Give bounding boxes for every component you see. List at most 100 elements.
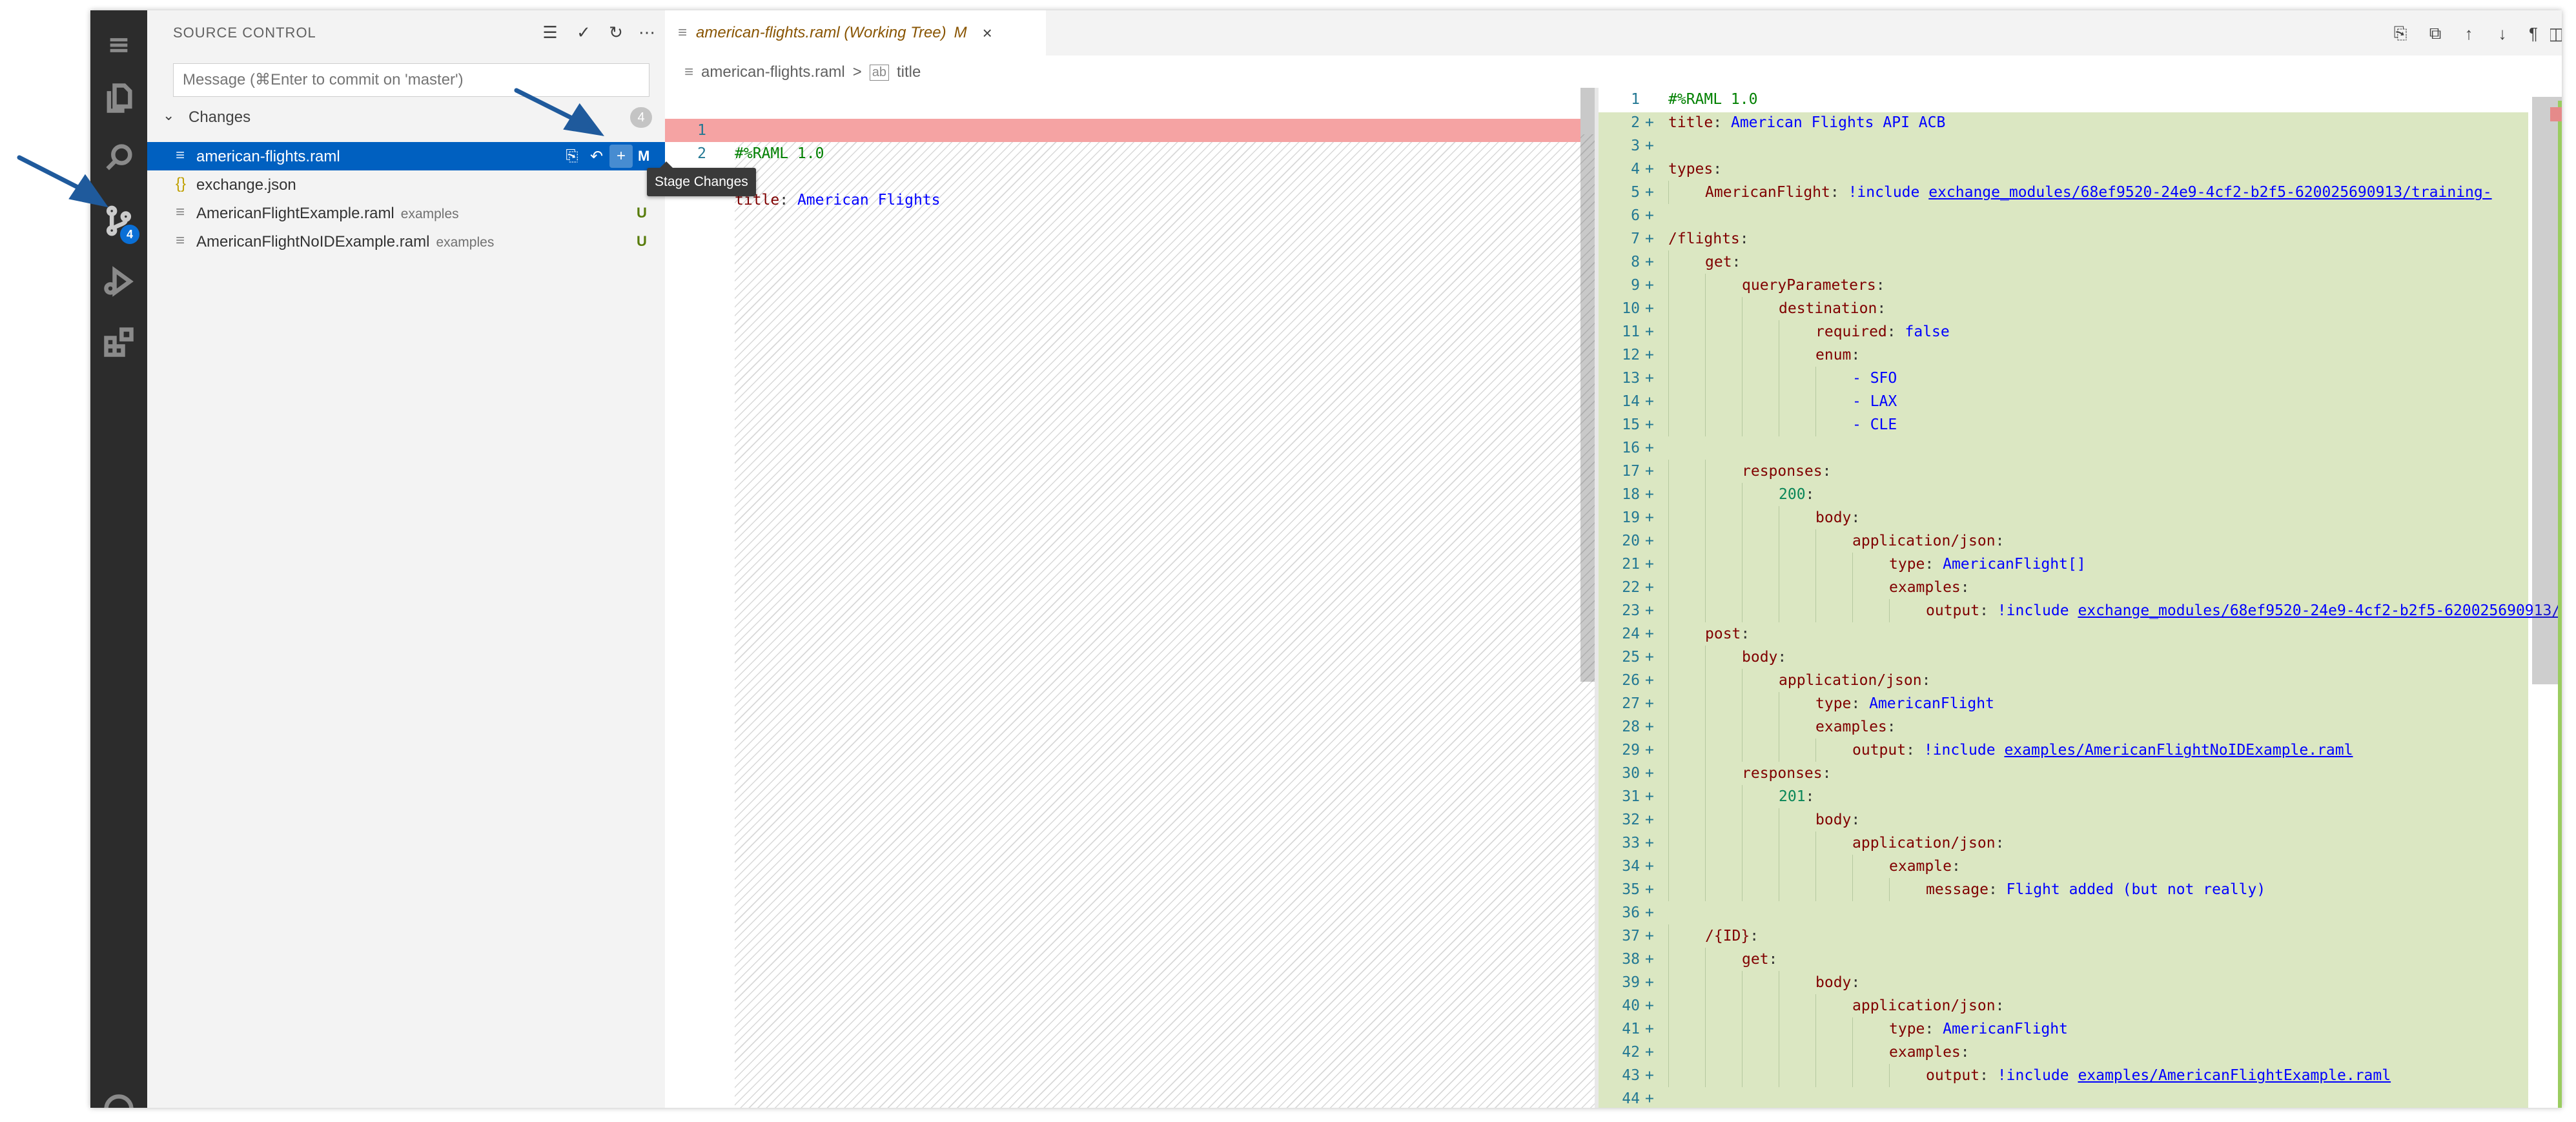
breadcrumb: ≡ american-flights.raml > ab title: [684, 61, 921, 84]
extensions-icon[interactable]: [90, 314, 147, 371]
code-text: types:: [1668, 161, 1722, 178]
code-line: 19 + body:: [1599, 506, 2528, 529]
view-as-tree-icon[interactable]: ☰: [538, 21, 562, 44]
toggle-whitespace-icon[interactable]: ¶: [2520, 21, 2546, 46]
previous-change-icon[interactable]: ↑: [2456, 21, 2482, 46]
code-text: AmericanFlight: !include exchange_module…: [1705, 184, 2492, 201]
indent-guide: [1705, 971, 1706, 994]
code-key: types: [1668, 161, 1713, 178]
line-number: 15: [1622, 416, 1640, 433]
indent-guide: [1852, 1064, 1853, 1087]
code-text: 201:: [1779, 788, 1815, 805]
split-editor-icon[interactable]: ◫: [2550, 21, 2562, 46]
code-text: /{ID}:: [1705, 928, 1759, 944]
indent-guide: [1815, 1017, 1816, 1041]
commit-check-icon[interactable]: ✓: [572, 21, 595, 44]
indent-guide: [1852, 855, 1853, 878]
next-change-icon[interactable]: ↓: [2489, 21, 2515, 46]
code-line: 4 + types:: [1599, 158, 2528, 181]
code-key: post: [1705, 626, 1741, 642]
open-changes-icon[interactable]: ⧉: [2422, 21, 2448, 46]
indent-guide: [1742, 483, 1743, 506]
diff-marker: +: [1645, 486, 1654, 503]
indent-guide: [1815, 529, 1816, 553]
file-folder: examples: [400, 207, 459, 221]
code-line: 16 +: [1599, 436, 2528, 460]
indent-guide: [1705, 343, 1706, 367]
code-key: output: [1852, 742, 1906, 759]
code-line: 18 +200:: [1599, 483, 2528, 506]
code-key: enum: [1815, 347, 1852, 363]
diff-filler: [735, 134, 1595, 1108]
diff-marker: +: [1645, 114, 1654, 131]
code-line: 33 + application/json:: [1599, 831, 2528, 855]
include-link[interactable]: exchange_modules/68ef9520-24e9-4cf2-b2f5…: [1928, 184, 2491, 201]
modified-pane[interactable]: 1 #%RAML 1.0 2 + title: American Flights API…: [1599, 88, 2562, 1108]
line-number: 25: [1622, 649, 1640, 666]
code-text: application/json:: [1852, 997, 2005, 1014]
line-number: 5: [1631, 184, 1640, 201]
run-debug-icon[interactable]: [90, 253, 147, 310]
indent-guide: [1668, 948, 1669, 971]
line-number: 35: [1622, 881, 1640, 898]
code-line: 1 #%RAML 1.0: [665, 96, 1580, 162]
indent-guide: [1742, 529, 1743, 553]
file-status: U: [637, 233, 647, 249]
scm-count-badge: 4: [120, 225, 139, 244]
account-icon[interactable]: [90, 1081, 147, 1108]
breadcrumb-file[interactable]: american-flights.raml: [701, 63, 845, 81]
indent-guide: [1815, 1041, 1816, 1064]
file-status: M: [638, 148, 650, 164]
scrollbar[interactable]: [1580, 88, 1595, 682]
indent-guide: [1742, 320, 1743, 343]
editor-tab[interactable]: ≡ american-flights.raml (Working Tree) M…: [665, 10, 1046, 56]
open-file-icon[interactable]: ⎘: [2387, 21, 2413, 46]
diff-marker: +: [1645, 626, 1654, 642]
line-number: 2: [1631, 114, 1640, 131]
menu-icon[interactable]: [90, 17, 147, 74]
code-key: 201: [1779, 788, 1806, 805]
indent-guide: [1742, 715, 1743, 739]
changed-file-item[interactable]: {} exchange.json: [147, 170, 665, 199]
include-link[interactable]: exchange_modules/68ef9520-24e9-4cf2-b2f5…: [2078, 602, 2562, 619]
refresh-icon[interactable]: ↻: [604, 21, 628, 44]
line-number: 30: [1622, 765, 1640, 782]
commit-message-input[interactable]: [173, 63, 649, 97]
original-pane[interactable]: 1 #%RAML 1.0 2 - title: American Flights: [665, 88, 1595, 1108]
source-control-icon[interactable]: 4: [90, 192, 147, 249]
code-text: responses:: [1742, 765, 1832, 782]
include-link[interactable]: examples/AmericanFlightNoIDExample.raml: [2004, 742, 2353, 759]
indent-guide: [1668, 1064, 1669, 1087]
changed-file-item[interactable]: ≡ AmericanFlightNoIDExample.raml examples…: [147, 227, 665, 256]
diff-marker: +: [1645, 881, 1654, 898]
explorer-icon[interactable]: [90, 70, 147, 127]
discard-changes-icon[interactable]: ↶: [585, 145, 608, 168]
code-line: 30 + responses:: [1599, 762, 2528, 785]
indent-guide: [1742, 739, 1743, 762]
more-actions-icon[interactable]: ⋯: [635, 21, 659, 44]
include-link[interactable]: examples/AmericanFlightExample.raml: [2078, 1067, 2391, 1084]
code-text: example:: [1889, 858, 1961, 875]
line-number: 23: [1622, 602, 1640, 619]
indent-guide: [1668, 669, 1669, 692]
close-icon[interactable]: ×: [983, 23, 992, 43]
indent-guide: [1668, 785, 1669, 808]
code-text: output: !include examples/AmericanFlight…: [1852, 742, 2353, 759]
diff-marker: +: [1645, 974, 1654, 991]
indent-guide: [1668, 622, 1669, 646]
indent-guide: [1705, 529, 1706, 553]
indent-guide: [1852, 1017, 1853, 1041]
changes-group-header[interactable]: ⌄ Changes 4: [159, 105, 656, 130]
changes-label: Changes: [189, 108, 251, 126]
code-key: application/json: [1852, 997, 1996, 1014]
breadcrumb-symbol[interactable]: title: [897, 63, 921, 81]
indent-guide: [1742, 553, 1743, 576]
changed-file-item[interactable]: ≡ AmericanFlightExample.raml examples U: [147, 199, 665, 227]
indent-guide: [1668, 529, 1669, 553]
changed-file-item[interactable]: ≡ american-flights.raml ⎘ ↶ + M: [147, 142, 665, 170]
search-icon[interactable]: [90, 129, 147, 186]
indent-guide: [1742, 506, 1743, 529]
indent-guide: [1668, 390, 1669, 413]
stage-changes-button[interactable]: +: [609, 145, 633, 168]
open-file-icon[interactable]: ⎘: [560, 145, 584, 168]
